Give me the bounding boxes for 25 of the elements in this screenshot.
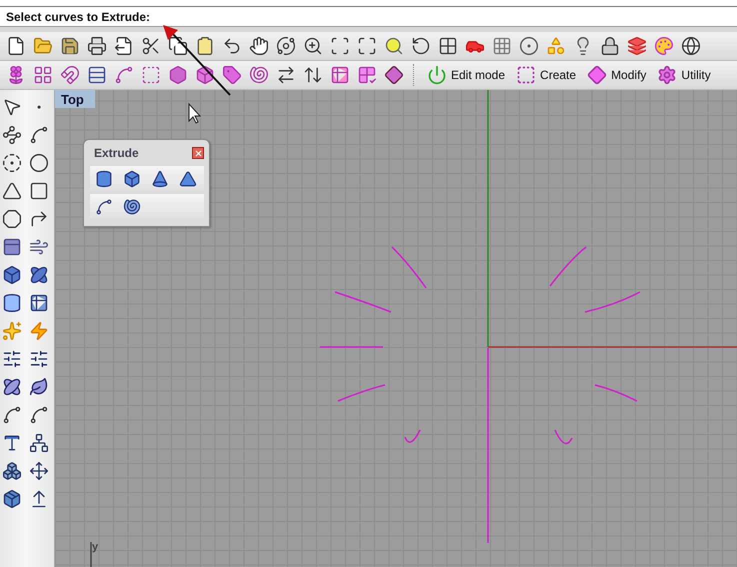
panel-title: Extrude (94, 146, 139, 160)
polyline-icon[interactable] (0, 123, 24, 147)
viewport-title-tab[interactable]: Top (55, 90, 95, 108)
layers-icon[interactable] (625, 34, 649, 58)
gear-icon (657, 65, 678, 85)
close-button[interactable] (192, 147, 204, 159)
axis-label: y (92, 541, 98, 553)
mode-button[interactable]: Modify (583, 62, 650, 88)
annotation-arrow (163, 25, 231, 96)
top-viewport[interactable]: Top Extrude y (55, 90, 737, 567)
printer-icon[interactable] (85, 34, 109, 58)
copy-icon[interactable] (166, 34, 190, 58)
circle-icon[interactable] (0, 151, 24, 175)
close-icon (194, 148, 202, 158)
circle-point-icon[interactable] (517, 34, 541, 58)
polygon-icon[interactable] (0, 207, 24, 231)
axis-marker-line (90, 542, 92, 567)
hand-icon[interactable] (247, 34, 271, 58)
power-icon (427, 65, 447, 85)
mode-button[interactable]: Utility (653, 62, 715, 88)
command-prompt: Select curves to Extrude: (6, 10, 150, 24)
mode-button[interactable]: Create (512, 62, 580, 88)
rotate-view-icon[interactable] (274, 34, 298, 58)
mode-button[interactable]: Edit mode (423, 62, 510, 88)
mouse-cursor-icon (188, 102, 202, 124)
